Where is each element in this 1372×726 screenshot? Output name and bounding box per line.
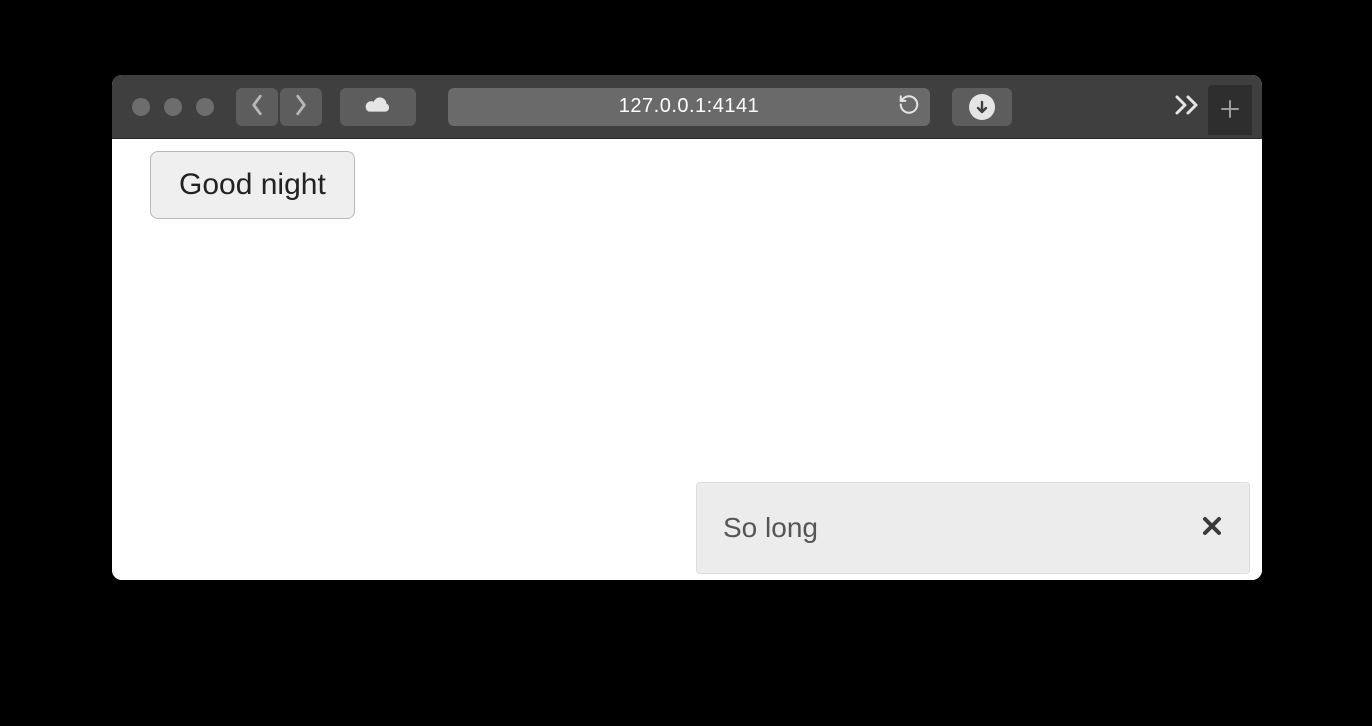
toolbar-overflow-button[interactable] xyxy=(1168,88,1208,126)
toast-notification: So long xyxy=(696,482,1250,574)
address-bar[interactable]: 127.0.0.1:4141 xyxy=(448,88,930,126)
browser-titlebar: 127.0.0.1:4141 xyxy=(112,75,1262,139)
close-icon xyxy=(1201,512,1223,544)
back-button[interactable] xyxy=(236,88,278,126)
reload-button[interactable] xyxy=(898,93,920,120)
nav-group xyxy=(236,88,322,126)
titlebar-right-group xyxy=(1168,85,1252,128)
page-content: Good night So long xyxy=(112,139,1262,580)
new-tab-button[interactable] xyxy=(1208,85,1252,135)
plus-icon xyxy=(1219,98,1241,123)
minimize-window-button[interactable] xyxy=(164,98,182,116)
downloads-button[interactable] xyxy=(952,88,1012,126)
icloud-tabs-button[interactable] xyxy=(340,88,416,126)
close-window-button[interactable] xyxy=(132,98,150,116)
maximize-window-button[interactable] xyxy=(196,98,214,116)
reload-icon xyxy=(898,102,920,119)
toast-close-button[interactable] xyxy=(1201,512,1223,544)
double-chevron-right-icon xyxy=(1174,94,1202,119)
forward-button[interactable] xyxy=(280,88,322,126)
toast-message: So long xyxy=(723,512,818,544)
cloud-icon xyxy=(363,95,393,118)
chevron-left-icon xyxy=(250,94,264,119)
good-night-button[interactable]: Good night xyxy=(150,151,355,219)
chevron-right-icon xyxy=(294,94,308,119)
browser-window: 127.0.0.1:4141 xyxy=(112,75,1262,580)
address-text: 127.0.0.1:4141 xyxy=(619,95,759,118)
download-icon xyxy=(969,94,995,120)
window-controls xyxy=(132,98,214,116)
